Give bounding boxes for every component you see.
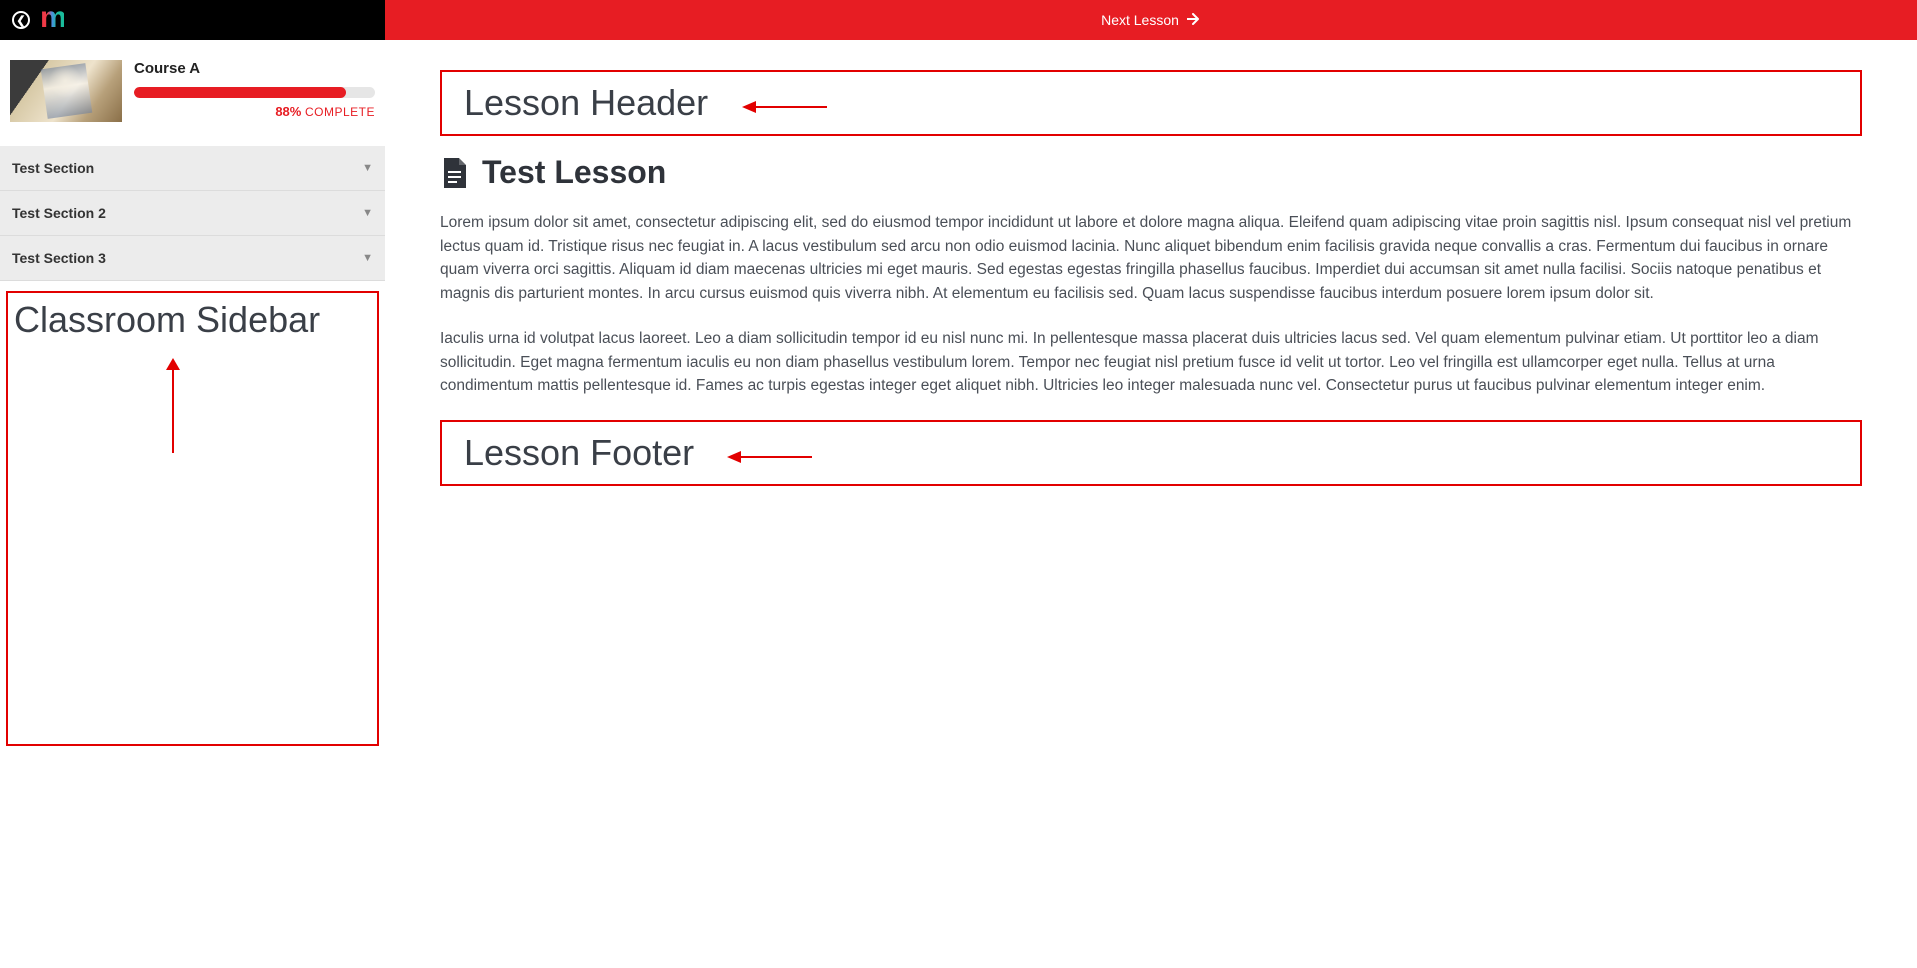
lesson-footer-annotation-label: Lesson Footer <box>464 432 1838 474</box>
lesson-footer-annotation-box: Lesson Footer <box>440 420 1862 486</box>
arrow-up-icon <box>163 358 183 458</box>
lesson-header-annotation-label: Lesson Header <box>464 82 1838 124</box>
caret-down-icon: ▼ <box>362 162 373 174</box>
course-meta: Course A 88% COMPLETE <box>134 60 375 122</box>
course-info: Course A 88% COMPLETE <box>0 40 385 132</box>
progress-bar-fill <box>134 87 346 98</box>
lesson-title: Test Lesson <box>482 154 666 191</box>
lesson-title-row: Test Lesson <box>442 154 1862 191</box>
sidebar-annotation-label: Classroom Sidebar <box>14 299 371 341</box>
arrow-right-icon <box>1187 12 1201 28</box>
caret-down-icon: ▼ <box>362 207 373 219</box>
lesson-paragraph: Lorem ipsum dolor sit amet, consectetur … <box>440 211 1862 305</box>
chevron-left-icon: ❮ <box>16 14 25 27</box>
progress-complete-label: COMPLETE <box>305 105 375 119</box>
back-button[interactable]: ❮ <box>12 11 30 29</box>
lesson-header-annotation-box: Lesson Header <box>440 70 1862 136</box>
caret-down-icon: ▼ <box>362 252 373 264</box>
course-title[interactable]: Course A <box>134 60 375 77</box>
progress-percent: 88% <box>275 104 301 119</box>
progress-text: 88% COMPLETE <box>134 104 375 119</box>
next-lesson-label: Next Lesson <box>1101 12 1179 28</box>
arrow-left-icon <box>742 98 827 121</box>
section-label: Test Section <box>12 160 94 176</box>
document-icon <box>442 158 468 188</box>
section-item[interactable]: Test Section ▼ <box>0 146 385 191</box>
section-label: Test Section 3 <box>12 250 106 266</box>
section-label: Test Section 2 <box>12 205 106 221</box>
lesson-main: Lesson Header Test Lesson Lorem ipsum do… <box>385 40 1917 968</box>
lesson-paragraph: Iaculis urna id volutpat lacus laoreet. … <box>440 327 1862 398</box>
brand-logo[interactable]: m <box>40 3 64 33</box>
progress-bar <box>134 87 375 98</box>
sidebar-topbar: ❮ m <box>0 0 385 40</box>
lesson-body: Lorem ipsum dolor sit amet, consectetur … <box>440 211 1862 398</box>
arrow-left-icon <box>727 448 812 471</box>
next-lesson-bar[interactable]: Next Lesson <box>385 0 1917 40</box>
course-thumbnail[interactable] <box>10 60 122 122</box>
section-list: Test Section ▼ Test Section 2 ▼ Test Sec… <box>0 146 385 281</box>
section-item[interactable]: Test Section 3 ▼ <box>0 236 385 281</box>
sidebar-annotation-box: Classroom Sidebar <box>6 291 379 746</box>
section-item[interactable]: Test Section 2 ▼ <box>0 191 385 236</box>
classroom-sidebar: Course A 88% COMPLETE Test Section ▼ Tes… <box>0 40 385 968</box>
